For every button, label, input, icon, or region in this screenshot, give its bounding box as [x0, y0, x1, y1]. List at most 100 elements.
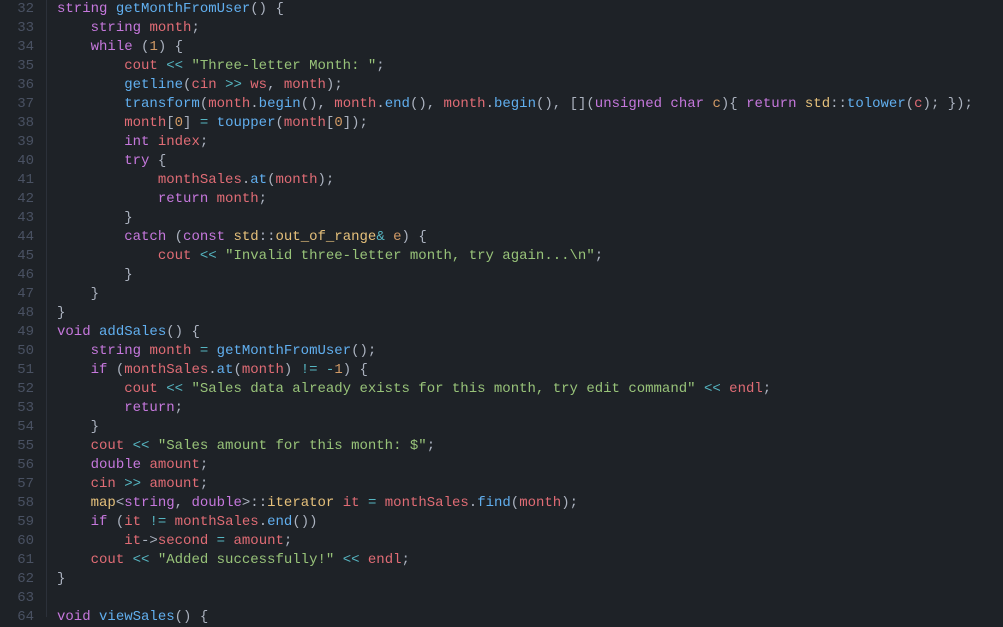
token-ty: string	[57, 1, 107, 17]
code-line[interactable]: while (1) {	[57, 38, 1003, 57]
token-p: ->	[141, 533, 158, 549]
token-p	[191, 343, 199, 359]
token-p: .	[469, 495, 477, 511]
token-op: =	[217, 533, 225, 549]
code-line[interactable]: cout << "Three-letter Month: ";	[57, 57, 1003, 76]
line-number: 32	[4, 0, 34, 19]
token-k: const	[183, 229, 225, 245]
token-op: <<	[133, 552, 150, 568]
line-number: 38	[4, 114, 34, 133]
token-ty: double	[91, 457, 141, 473]
code-line[interactable]: monthSales.at(month);	[57, 171, 1003, 190]
code-line[interactable]: int index;	[57, 133, 1003, 152]
token-id: month	[149, 20, 191, 36]
code-line[interactable]: }	[57, 418, 1003, 437]
code-line[interactable]: cout << "Added successfully!" << endl;	[57, 551, 1003, 570]
token-p: ;	[200, 134, 208, 150]
code-line[interactable]: }	[57, 266, 1003, 285]
token-p	[208, 115, 216, 131]
line-number: 34	[4, 38, 34, 57]
code-line[interactable]: catch (const std::out_of_range& e) {	[57, 228, 1003, 247]
code-line[interactable]: }	[57, 209, 1003, 228]
code-line[interactable]: void viewSales() {	[57, 608, 1003, 627]
token-id: month	[208, 96, 250, 112]
token-p: (	[906, 96, 914, 112]
code-line[interactable]: double amount;	[57, 456, 1003, 475]
token-p: }	[124, 210, 132, 226]
token-id: month	[284, 115, 326, 131]
code-line[interactable]: string month = getMonthFromUser();	[57, 342, 1003, 361]
line-number: 58	[4, 494, 34, 513]
token-p	[208, 191, 216, 207]
code-line[interactable]: void addSales() {	[57, 323, 1003, 342]
code-area[interactable]: string getMonthFromUser() { string month…	[47, 0, 1003, 617]
token-op: &	[376, 229, 384, 245]
token-p: (),	[301, 96, 335, 112]
code-line[interactable]: cout << "Sales amount for this month: $"…	[57, 437, 1003, 456]
code-line[interactable]: string getMonthFromUser() {	[57, 0, 1003, 19]
token-id: cout	[124, 381, 158, 397]
token-fn: viewSales	[99, 609, 175, 625]
token-op: <<	[166, 58, 183, 74]
code-line[interactable]: map<string, double>::iterator it = month…	[57, 494, 1003, 513]
code-line[interactable]: transform(month.begin(), month.end(), mo…	[57, 95, 1003, 114]
code-line[interactable]: month[0] = toupper(month[0]);	[57, 114, 1003, 133]
code-line[interactable]: string month;	[57, 19, 1003, 38]
token-p	[334, 495, 342, 511]
token-p: (	[166, 229, 183, 245]
token-op: !=	[149, 514, 166, 530]
token-p: );	[561, 495, 578, 511]
line-number: 46	[4, 266, 34, 285]
code-line[interactable]: cout << "Invalid three-letter month, try…	[57, 247, 1003, 266]
code-line[interactable]: cout << "Sales data already exists for t…	[57, 380, 1003, 399]
token-id: cout	[91, 438, 125, 454]
token-p: ]);	[343, 115, 368, 131]
token-fn: addSales	[99, 324, 166, 340]
token-k: try	[124, 153, 149, 169]
token-s: "Added successfully!"	[158, 552, 334, 568]
token-p: ;	[175, 400, 183, 416]
code-line[interactable]: return;	[57, 399, 1003, 418]
code-line[interactable]: getline(cin >> ws, month);	[57, 76, 1003, 95]
code-line[interactable]: if (monthSales.at(month) != -1) {	[57, 361, 1003, 380]
token-fn: at	[217, 362, 234, 378]
token-p: (	[275, 115, 283, 131]
token-p	[318, 362, 326, 378]
line-number: 52	[4, 380, 34, 399]
token-p: ;	[191, 20, 199, 36]
code-line[interactable]: cin >> amount;	[57, 475, 1003, 494]
line-number: 36	[4, 76, 34, 95]
token-k: catch	[124, 229, 166, 245]
line-number: 54	[4, 418, 34, 437]
token-id: it	[124, 533, 141, 549]
token-p: }	[91, 286, 99, 302]
code-line[interactable]	[57, 589, 1003, 608]
token-p: ); });	[923, 96, 973, 112]
line-number-gutter: 3233343536373839404142434445464748495051…	[0, 0, 47, 617]
line-number: 64	[4, 608, 34, 627]
code-editor[interactable]: 3233343536373839404142434445464748495051…	[0, 0, 1003, 617]
token-id: amount	[149, 457, 199, 473]
line-number: 60	[4, 532, 34, 551]
token-id: amount	[149, 476, 199, 492]
code-line[interactable]: return month;	[57, 190, 1003, 209]
code-line[interactable]: if (it != monthSales.end())	[57, 513, 1003, 532]
line-number: 59	[4, 513, 34, 532]
token-k: return	[124, 400, 174, 416]
token-p: )	[284, 362, 301, 378]
token-p: (	[133, 39, 150, 55]
token-p: ) {	[402, 229, 427, 245]
token-p: }	[57, 571, 65, 587]
token-p: ;	[402, 552, 410, 568]
token-pm: c	[712, 96, 720, 112]
line-number: 49	[4, 323, 34, 342]
token-p	[334, 552, 342, 568]
token-p	[149, 134, 157, 150]
code-line[interactable]: try {	[57, 152, 1003, 171]
code-line[interactable]: }	[57, 304, 1003, 323]
code-line[interactable]: }	[57, 570, 1003, 589]
token-fn: toupper	[217, 115, 276, 131]
code-line[interactable]: }	[57, 285, 1003, 304]
token-pm: e	[393, 229, 401, 245]
code-line[interactable]: it->second = amount;	[57, 532, 1003, 551]
